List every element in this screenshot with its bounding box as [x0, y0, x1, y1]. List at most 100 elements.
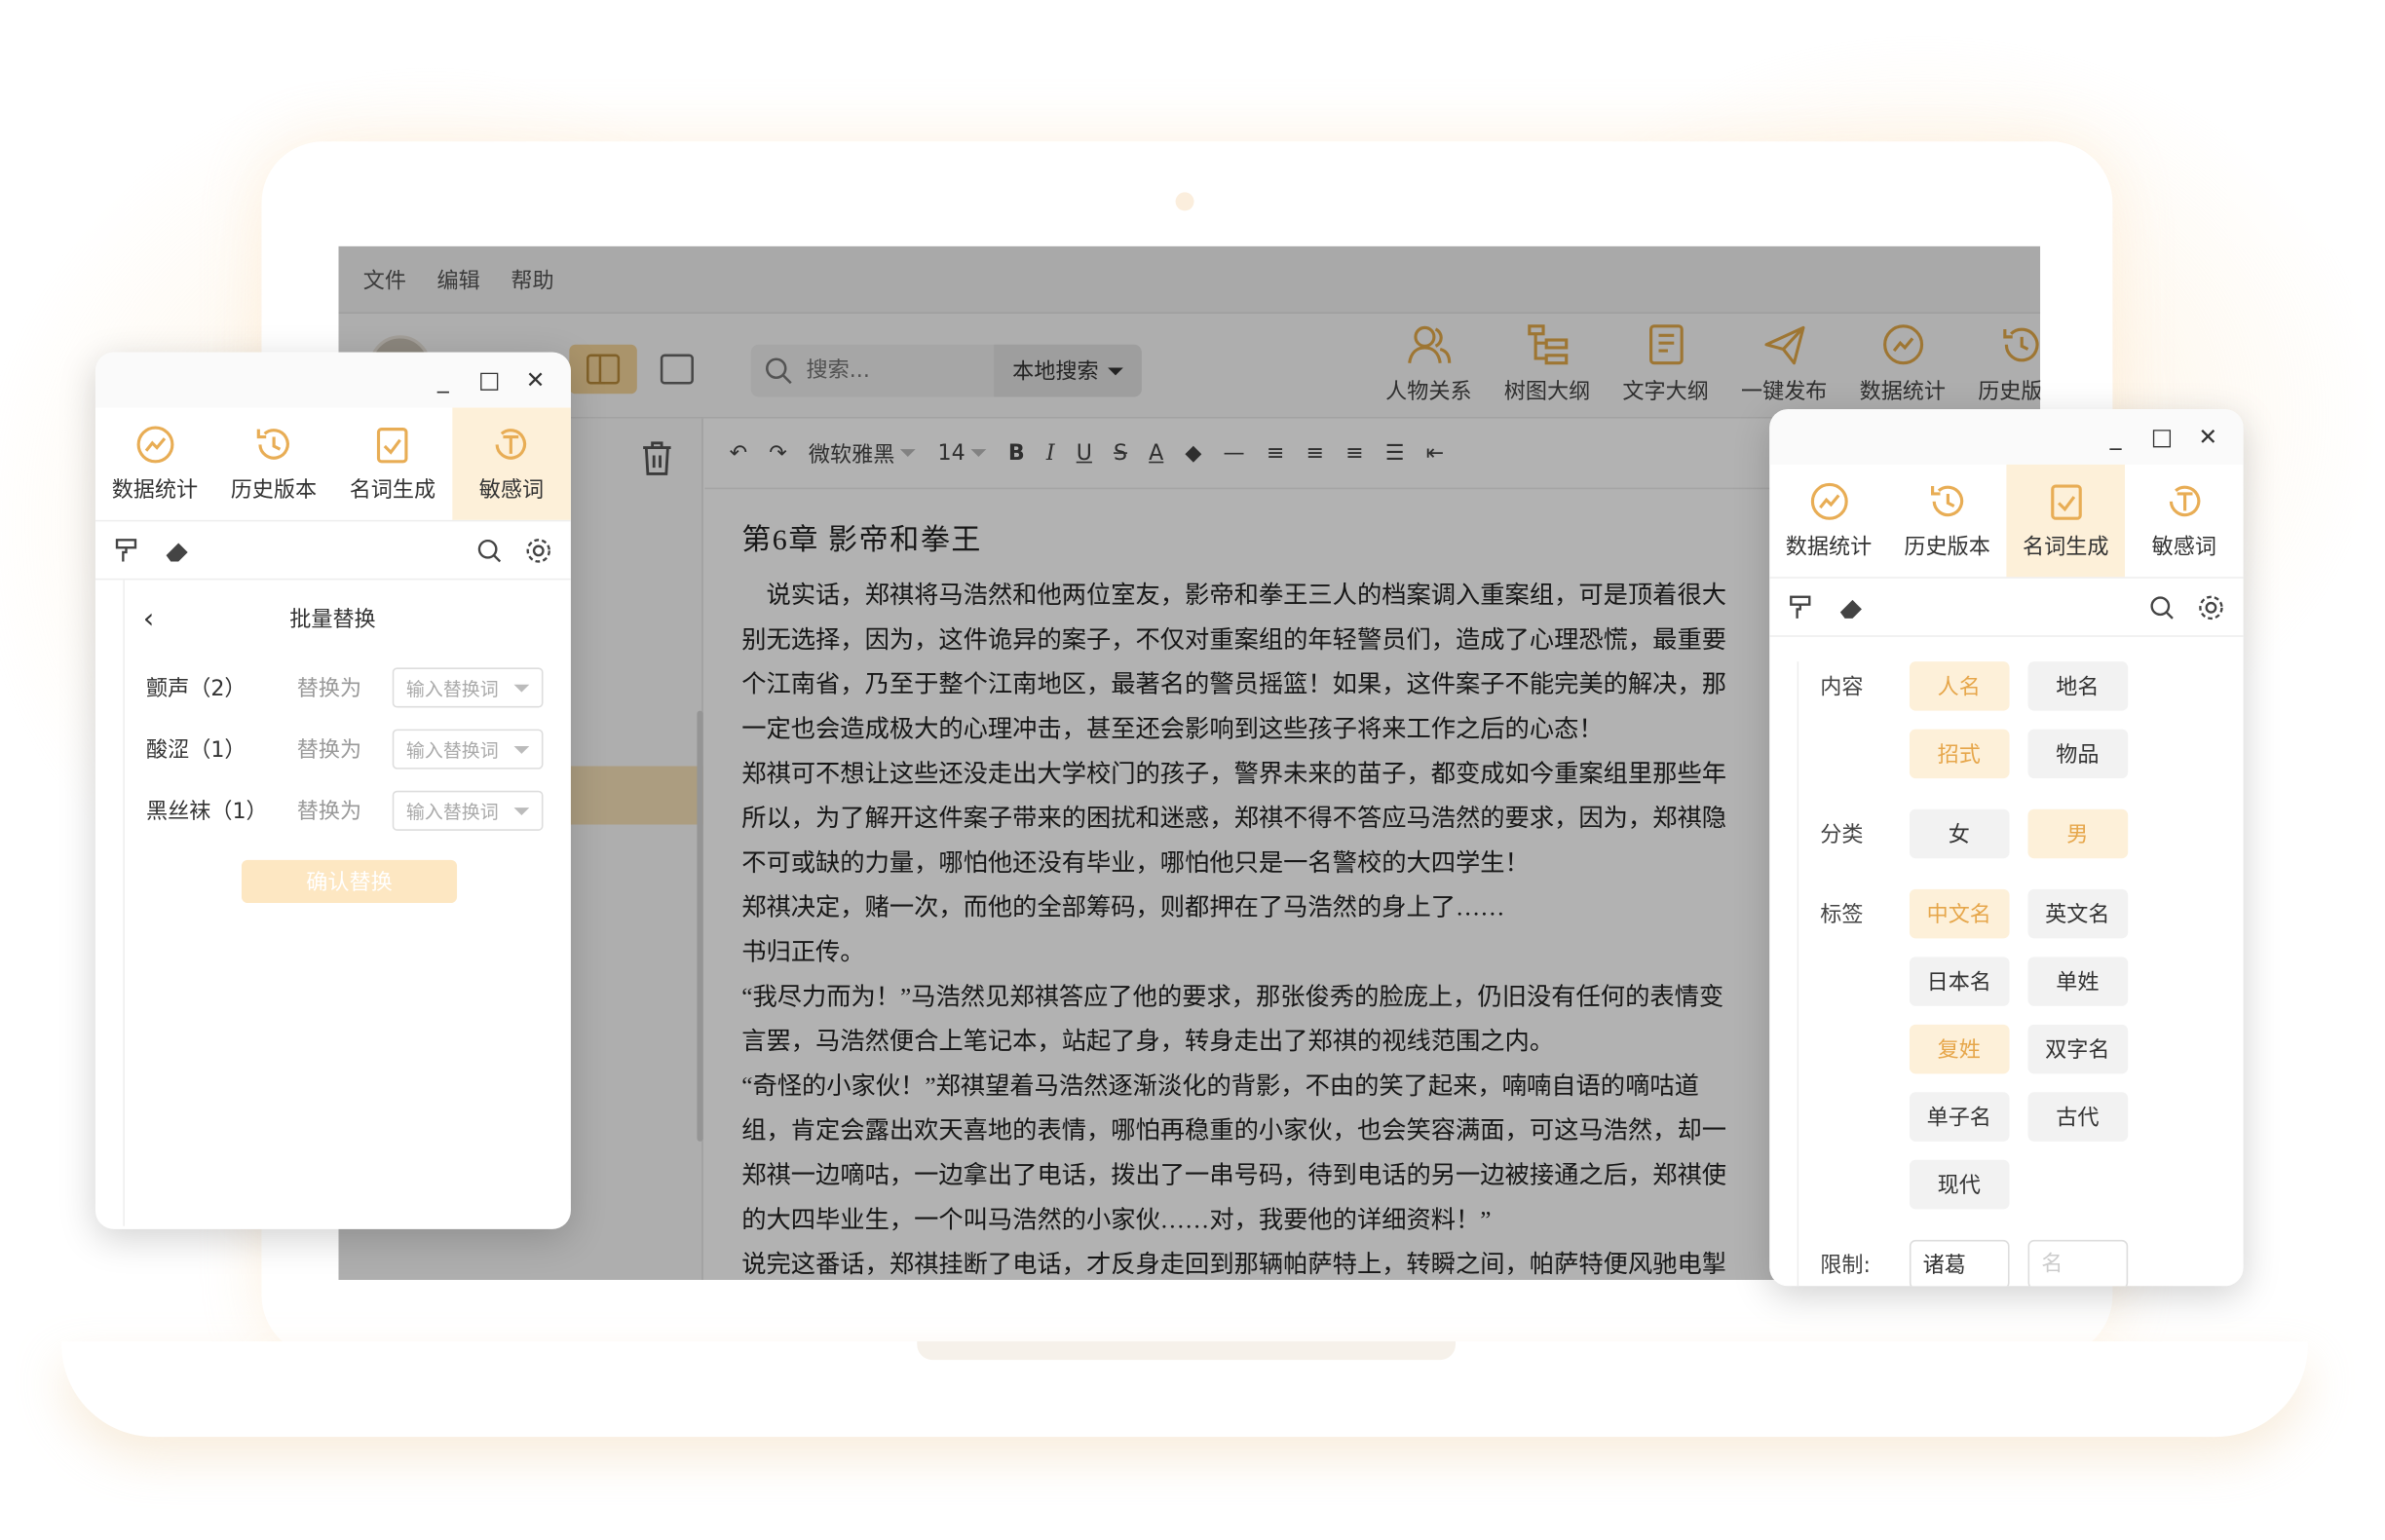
chip-japanese-name[interactable]: 日本名	[1909, 957, 2010, 1006]
batch-replace-title: 批量替换	[289, 607, 376, 633]
gear-icon[interactable]	[2197, 593, 2224, 620]
search-scope-label: 本地搜索	[1012, 359, 1099, 385]
minimize-icon[interactable]: _	[433, 366, 454, 394]
tool-statistics[interactable]: 数据统计	[1843, 323, 1962, 406]
history-icon	[1930, 484, 1963, 516]
tab-sensitive-words[interactable]: 敏感词	[2125, 465, 2244, 577]
outdent-icon[interactable]: ⇤	[1426, 440, 1445, 465]
gear-icon[interactable]	[525, 536, 552, 563]
font-size-select[interactable]: 14	[938, 440, 987, 466]
menu-file[interactable]: 文件	[363, 264, 406, 295]
category-label: 分类	[1820, 822, 1864, 848]
laptop-notch	[917, 1341, 1457, 1361]
tool-people[interactable]: 人物关系	[1370, 323, 1489, 406]
maximize-icon[interactable]: □	[478, 366, 500, 394]
chip-two-char-name[interactable]: 双字名	[2027, 1024, 2128, 1074]
split-view-icon	[587, 354, 621, 385]
chip-compound-surname[interactable]: 复姓	[1909, 1024, 2010, 1074]
tab-sensitive-words[interactable]: 敏感词	[451, 407, 571, 520]
tool-tree-outline[interactable]: 树图大纲	[1488, 323, 1607, 406]
tool-text-outline[interactable]: 文字大纲	[1607, 323, 1725, 406]
content-label: 内容	[1820, 675, 1864, 700]
batch-replace-view: ‹ 批量替换 颤声（2） 替换为 输入替换词 酸涩（1） 替换为 输入替换词 黑…	[123, 580, 571, 1226]
maximize-icon[interactable]: □	[2151, 423, 2173, 450]
search-input[interactable]	[806, 357, 961, 384]
chevron-down-icon	[513, 807, 530, 815]
replace-row: 黑丝袜（1） 替换为 输入替换词	[125, 780, 571, 842]
menu-help[interactable]: 帮助	[511, 264, 553, 295]
font-family-select[interactable]: 微软雅黑	[809, 437, 917, 469]
search-icon	[766, 357, 792, 385]
chart-icon	[135, 425, 173, 463]
chip-female[interactable]: 女	[1909, 808, 2010, 859]
chip-one-char-name[interactable]: 单子名	[1909, 1092, 2010, 1142]
tab-history[interactable]: 历史版本	[1888, 465, 2007, 577]
limit-label: 限制:	[1820, 1254, 1871, 1279]
chip-male[interactable]: 男	[2027, 808, 2128, 859]
horizontal-rule-icon[interactable]: —	[1224, 440, 1245, 465]
strikethrough-icon[interactable]: S	[1114, 440, 1127, 465]
main-toolbar: 本地搜索 人物关系 树图大纲 文字大纲	[338, 314, 2041, 419]
search-icon[interactable]	[475, 536, 503, 563]
undo-icon[interactable]: ↶	[730, 440, 748, 465]
search-box: 本地搜索	[750, 344, 1142, 397]
replace-select[interactable]: 输入替换词	[392, 790, 544, 831]
italic-icon[interactable]: I	[1046, 440, 1055, 465]
redo-icon[interactable]: ↷	[769, 440, 787, 465]
close-icon[interactable]: ✕	[525, 366, 547, 394]
underline-icon[interactable]: U	[1077, 440, 1092, 465]
tab-label: 敏感词	[478, 477, 545, 503]
replace-select[interactable]: 输入替换词	[392, 667, 544, 708]
tab-history[interactable]: 历史版本	[214, 408, 333, 520]
trash-icon[interactable]	[640, 440, 674, 477]
tab-label: 敏感词	[2151, 534, 2216, 560]
content-row: 内容 人名 地名 招式 物品	[1798, 661, 2243, 779]
given-name-limit-input[interactable]	[2027, 1239, 2128, 1287]
eraser-icon[interactable]	[1837, 593, 1865, 620]
line-height-icon[interactable]: ☰	[1385, 440, 1405, 465]
chip-ancient[interactable]: 古代	[2027, 1092, 2128, 1142]
replace-select[interactable]: 输入替换词	[392, 729, 544, 770]
menu-edit[interactable]: 编辑	[437, 264, 480, 295]
search-icon[interactable]	[2148, 593, 2176, 620]
chip-move[interactable]: 招式	[1909, 729, 2010, 779]
align-left-icon[interactable]: ≡	[1267, 440, 1285, 465]
tab-name-generator[interactable]: 名词生成	[2006, 464, 2126, 578]
split-view-button[interactable]	[569, 344, 637, 394]
search-scope-dropdown[interactable]: 本地搜索	[994, 344, 1142, 397]
minimize-icon[interactable]: _	[2104, 423, 2126, 450]
chip-chinese-name[interactable]: 中文名	[1909, 888, 2010, 939]
publish-icon	[1763, 325, 1804, 365]
surname-limit-input[interactable]	[1909, 1239, 2010, 1287]
sensitive-word: 颤声（2）	[146, 676, 246, 702]
eraser-icon[interactable]	[163, 536, 190, 563]
chip-place-name[interactable]: 地名	[2027, 661, 2128, 711]
text-outline-icon	[1648, 324, 1683, 365]
chip-single-surname[interactable]: 单姓	[2027, 957, 2128, 1006]
chip-person-name[interactable]: 人名	[1909, 661, 2010, 711]
close-icon[interactable]: ✕	[2197, 423, 2218, 450]
tab-statistics[interactable]: 数据统计	[95, 408, 214, 520]
chip-modern[interactable]: 现代	[1909, 1159, 2010, 1210]
chevron-down-icon	[971, 449, 987, 458]
align-center-icon[interactable]: ≡	[1306, 440, 1324, 465]
tool-history[interactable]: 历史版本	[1962, 323, 2040, 406]
sidebar-scrollbar[interactable]	[697, 710, 703, 1142]
font-color-icon[interactable]: A	[1149, 440, 1163, 465]
format-painter-icon[interactable]	[114, 536, 141, 563]
chip-english-name[interactable]: 英文名	[2027, 888, 2128, 939]
align-right-icon[interactable]: ≡	[1345, 440, 1364, 465]
highlight-icon[interactable]: ◆	[1185, 440, 1201, 465]
single-view-button[interactable]	[643, 345, 710, 394]
format-painter-icon[interactable]	[1788, 593, 1815, 620]
tab-name-generator[interactable]: 名词生成	[333, 408, 452, 520]
tab-statistics[interactable]: 数据统计	[1769, 465, 1888, 577]
panel-titlebar: _ □ ✕	[95, 352, 571, 408]
bold-icon[interactable]: B	[1008, 440, 1025, 465]
confirm-replace-button[interactable]: 确认替换	[241, 859, 458, 904]
tool-publish[interactable]: 一键发布	[1724, 323, 1843, 406]
tab-label: 数据统计	[1785, 534, 1873, 560]
name-options: 内容 人名 地名 招式 物品 分类 女 男 标签 中文名 英文名 日本名 单姓 …	[1797, 661, 2244, 1287]
back-icon[interactable]: ‹	[125, 602, 154, 634]
chip-item[interactable]: 物品	[2027, 729, 2128, 779]
